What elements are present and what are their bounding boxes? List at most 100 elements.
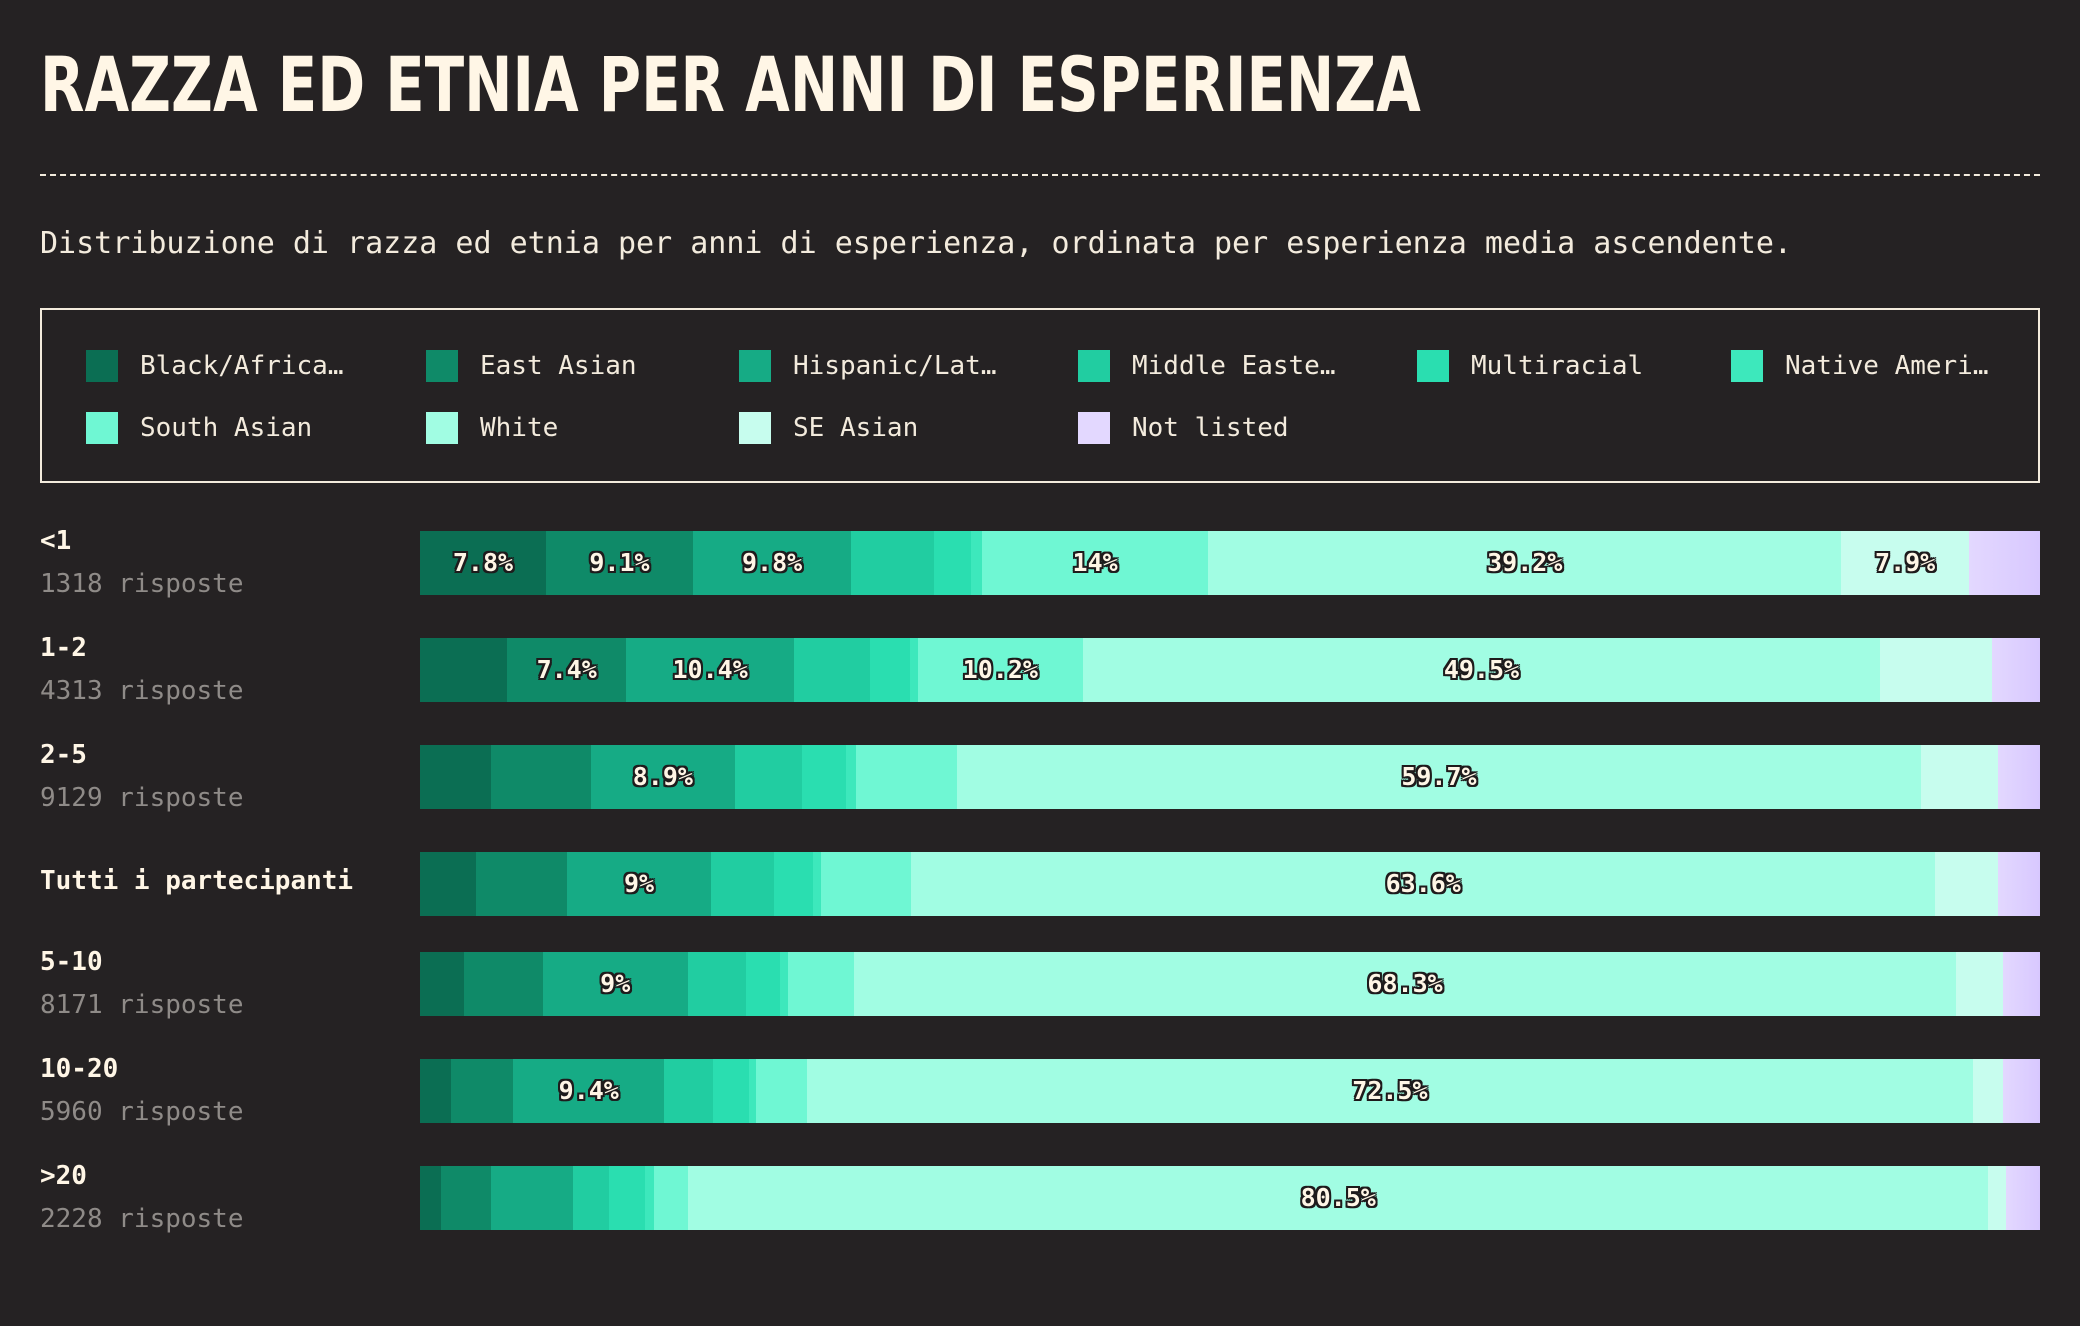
bar-segment[interactable]	[802, 745, 847, 809]
stacked-bar: 80.5%	[420, 1166, 2041, 1230]
segment-value-label: 63.6%	[1385, 869, 1461, 898]
bar-segment[interactable]	[687, 952, 747, 1016]
bar-segment[interactable]	[420, 952, 465, 1016]
row-label: Tutti i partecipanti	[40, 866, 354, 896]
legend-item: Black/Africa…	[86, 348, 344, 384]
bar-segment[interactable]	[2006, 1166, 2041, 1230]
bar-segment[interactable]	[440, 1166, 492, 1230]
row-label: <1	[40, 526, 72, 556]
row-count: 4313 risposte	[40, 676, 244, 706]
bar-segment[interactable]	[463, 952, 544, 1016]
legend-swatch	[739, 350, 771, 382]
row-count: 9129 risposte	[40, 783, 244, 813]
legend-swatch	[1417, 350, 1449, 382]
bar-segment[interactable]	[420, 745, 492, 809]
stacked-bar: 7.4% 10.4% 10.2% 49.5%	[420, 638, 2041, 702]
legend-item: Multiracial	[1417, 348, 1643, 384]
legend-item: East Asian	[426, 348, 637, 384]
bar-segment[interactable]	[664, 1059, 713, 1123]
legend-label: East Asian	[480, 351, 637, 381]
bar-segment[interactable]	[933, 531, 972, 595]
legend-item: White	[426, 410, 558, 446]
segment-value-label: 9.4%	[558, 1076, 619, 1105]
bar-segment[interactable]	[793, 638, 871, 702]
bar-segment[interactable]	[1968, 531, 2041, 595]
bar-segment[interactable]	[420, 1166, 442, 1230]
bar-segment[interactable]	[2003, 1059, 2041, 1123]
bar-segment[interactable]	[490, 745, 592, 809]
bar-segment[interactable]	[644, 1166, 655, 1230]
segment-value-label: 9%	[623, 869, 655, 898]
legend-swatch	[86, 350, 118, 382]
bar-segment[interactable]	[970, 531, 983, 595]
legend-item: Middle Easte…	[1078, 348, 1336, 384]
bar-segment[interactable]	[1998, 852, 2041, 916]
row-count: 1318 risposte	[40, 569, 244, 599]
legend-swatch	[1078, 350, 1110, 382]
segment-value-label: 9%	[600, 969, 631, 998]
segment-value-label: 9.1%	[589, 548, 650, 577]
bar-segment[interactable]	[712, 1059, 750, 1123]
legend-label: SE Asian	[793, 413, 919, 443]
legend-swatch	[1731, 350, 1763, 382]
bar-segment[interactable]	[1998, 745, 2041, 809]
bar-segment[interactable]	[755, 1059, 808, 1123]
bar-segment[interactable]	[787, 952, 855, 1016]
bar-segment[interactable]	[845, 745, 857, 809]
bar-segment[interactable]	[491, 1166, 574, 1230]
legend-label: Native Ameri…	[1785, 351, 1989, 381]
bar-segment[interactable]	[745, 952, 781, 1016]
bar-segment[interactable]	[2002, 952, 2041, 1016]
bar-segment[interactable]	[420, 1059, 452, 1123]
segment-value-label: 7.8%	[452, 548, 514, 577]
segment-value-label: 8.9%	[632, 762, 693, 791]
legend-swatch	[86, 412, 118, 444]
legend-item: Hispanic/Lat…	[739, 348, 997, 384]
bar-segment[interactable]	[851, 531, 935, 595]
bar-segment[interactable]	[420, 852, 477, 916]
legend-label: Hispanic/Lat…	[793, 351, 997, 381]
segment-value-label: 68.3%	[1367, 969, 1443, 998]
bar-segment[interactable]	[573, 1166, 610, 1230]
segment-value-label: 7.9%	[1875, 548, 1936, 577]
segment-value-label: 49.5%	[1443, 655, 1520, 684]
segment-value-label: 14%	[1072, 548, 1118, 577]
bar-segment[interactable]	[654, 1166, 689, 1230]
bar-segment[interactable]	[608, 1166, 645, 1230]
legend-item: Native Ameri…	[1731, 348, 1989, 384]
row-label: 2-5	[40, 740, 87, 770]
bar-segment[interactable]	[476, 852, 568, 916]
legend-swatch	[426, 350, 458, 382]
bar-segment[interactable]	[420, 638, 508, 702]
title-divider	[40, 174, 2040, 176]
bar-segment[interactable]	[1988, 1166, 2007, 1230]
segment-value-label: 10.2%	[962, 655, 1038, 684]
legend-swatch	[426, 412, 458, 444]
bar-segment[interactable]	[820, 852, 912, 916]
bar-segment[interactable]	[774, 852, 814, 916]
bar-segment[interactable]	[1880, 638, 1993, 702]
bar-segment[interactable]	[734, 745, 803, 809]
row-label: 10-20	[40, 1054, 119, 1084]
segment-value-label: 39.2%	[1487, 548, 1563, 577]
stacked-bar: 9.4% 72.5%	[420, 1059, 2041, 1123]
bar-segment[interactable]	[450, 1059, 514, 1123]
bar-segment[interactable]	[1956, 952, 2004, 1016]
row-count: 2228 risposte	[40, 1204, 244, 1234]
legend-swatch	[739, 412, 771, 444]
legend: Black/Africa… East Asian Hispanic/Lat… Midd…	[40, 308, 2040, 483]
row-count: 5960 risposte	[40, 1097, 244, 1127]
bar-segment[interactable]	[711, 852, 775, 916]
bar-segment[interactable]	[1972, 1059, 2004, 1123]
segment-value-label: 59.7%	[1401, 762, 1477, 791]
bar-segment[interactable]	[1991, 638, 2041, 702]
bar-segment[interactable]	[869, 638, 911, 702]
legend-label: Black/Africa…	[140, 351, 344, 381]
bar-segment[interactable]	[1935, 852, 1999, 916]
chart-title: RAZZA ED ETNIA PER ANNI DI ESPERIENZA	[40, 40, 1421, 129]
segment-value-label: 9.8%	[741, 548, 803, 577]
bar-segment[interactable]	[1920, 745, 1999, 809]
legend-item: SE Asian	[739, 410, 918, 446]
legend-item: South Asian	[86, 410, 312, 446]
bar-segment[interactable]	[855, 745, 958, 809]
